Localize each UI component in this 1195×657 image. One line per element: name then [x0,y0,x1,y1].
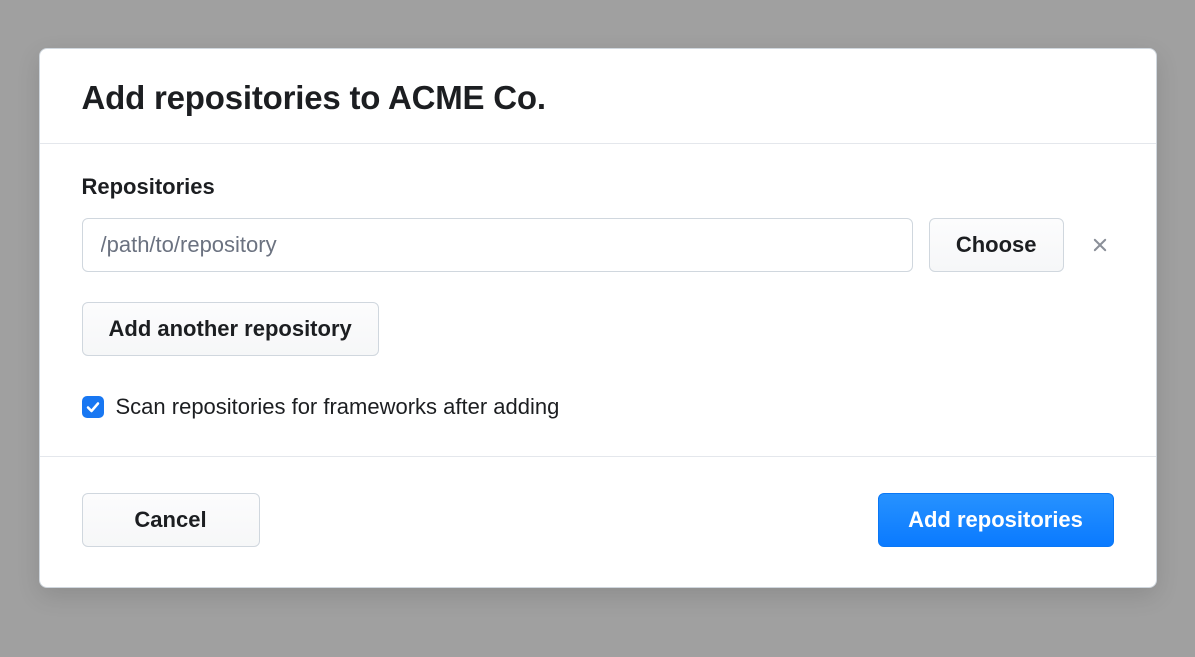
repository-path-input[interactable] [82,218,913,272]
dialog-footer: Cancel Add repositories [40,457,1156,587]
scan-frameworks-label[interactable]: Scan repositories for frameworks after a… [116,394,560,420]
choose-button[interactable]: Choose [929,218,1064,272]
dialog-body: Repositories Choose Add another reposito… [40,144,1156,457]
add-repositories-dialog: Add repositories to ACME Co. Repositorie… [39,48,1157,588]
repositories-label: Repositories [82,174,1114,200]
dialog-title: Add repositories to ACME Co. [82,79,1114,117]
repository-row: Choose [82,218,1114,272]
scan-frameworks-checkbox[interactable] [82,396,104,418]
add-another-repository-button[interactable]: Add another repository [82,302,379,356]
dialog-header: Add repositories to ACME Co. [40,49,1156,144]
cancel-button[interactable]: Cancel [82,493,260,547]
remove-repository-icon[interactable] [1086,231,1114,259]
scan-checkbox-row: Scan repositories for frameworks after a… [82,394,1114,420]
add-repositories-button[interactable]: Add repositories [878,493,1114,547]
